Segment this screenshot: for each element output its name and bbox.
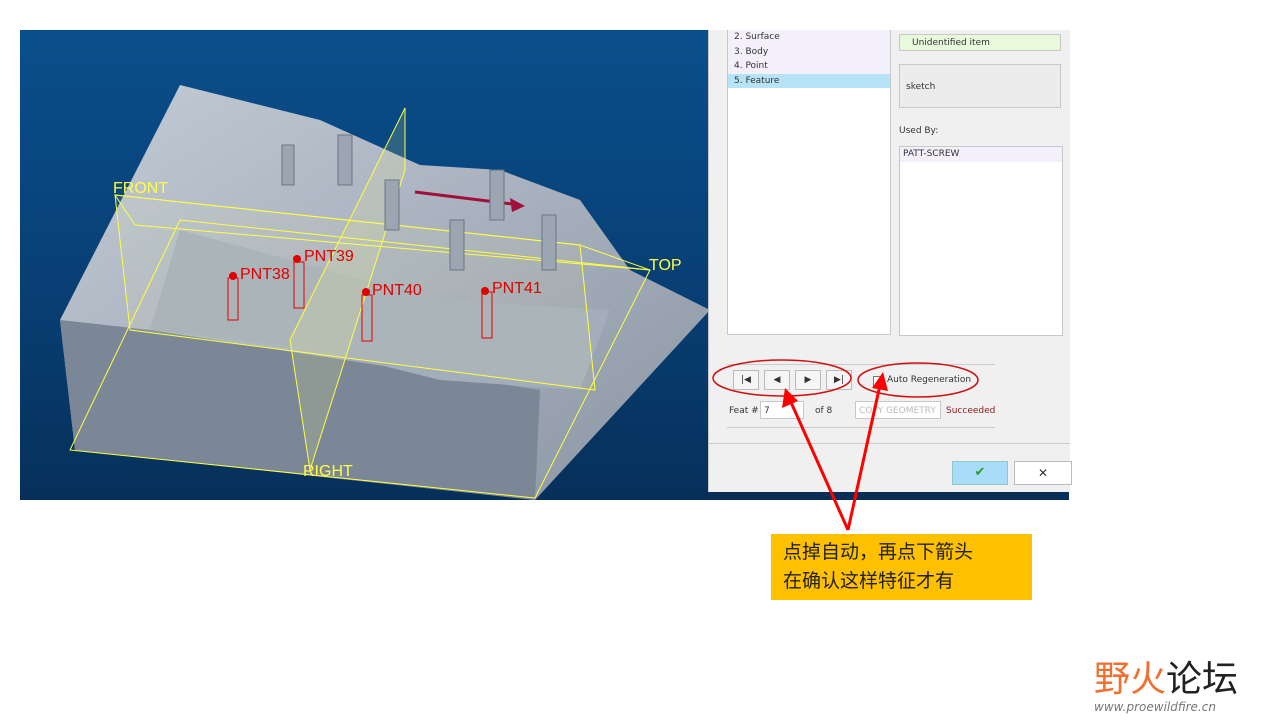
logo-text-b: 论坛 [1166,659,1239,700]
arrow-line [788,399,850,531]
logo-url: www.proewildfire.cn [1094,700,1216,714]
arrow-head-icon [872,372,888,391]
highlight-ellipse [857,362,979,398]
callout-note: 点掉自动，再点下箭头 在确认这样特征才有 [771,534,1032,600]
arrow-line [846,384,882,531]
callout-line: 点掉自动，再点下箭头 [783,541,974,563]
callout-line: 在确认这样特征才有 [783,570,955,592]
logo: 野火论坛 www.proewildfire.cn [1094,650,1238,714]
logo-text-a: 野火 [1094,659,1167,700]
highlight-ellipse [712,359,852,397]
arrow-head-icon [782,388,798,408]
annotation-overlay [712,359,979,531]
